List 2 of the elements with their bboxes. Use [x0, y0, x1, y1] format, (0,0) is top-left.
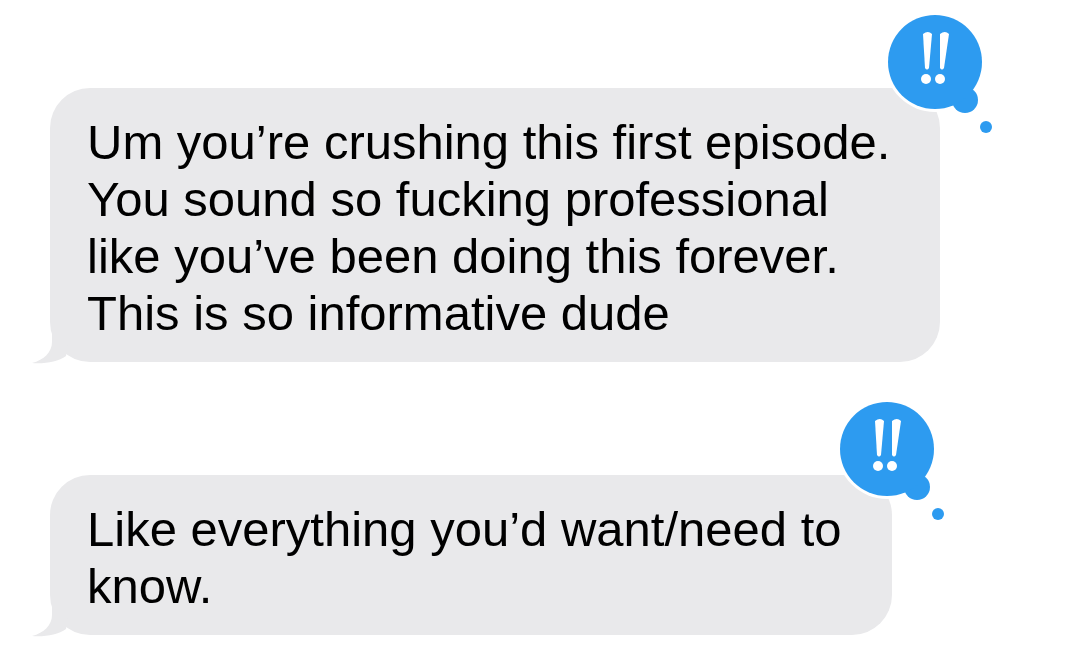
message-bubble: Um you’re crushing this first episode. You sound so fucking professional like you’ve been doing this forever. This is so informative dude — [50, 88, 941, 362]
message-bubble: Like everything you’d want/need to know. — [50, 475, 892, 635]
